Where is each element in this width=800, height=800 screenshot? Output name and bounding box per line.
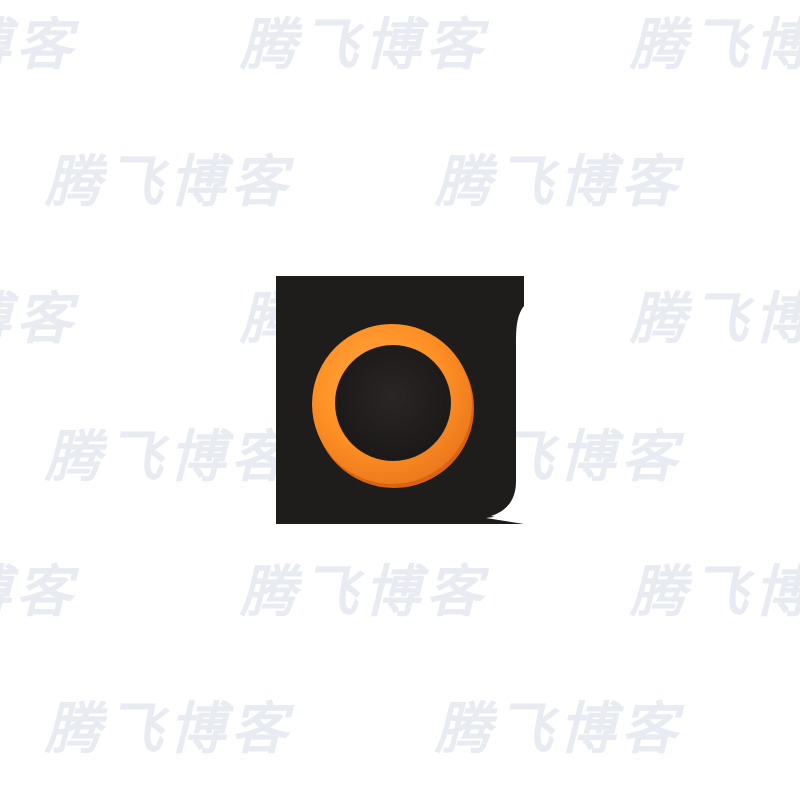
watermark-text: 腾飞博客 xyxy=(630,13,800,78)
watermark-text: 腾飞博客 xyxy=(45,425,293,490)
watermark-text: 腾飞博客 xyxy=(45,697,293,762)
watermark-text: 腾飞博客 xyxy=(435,150,683,215)
watermark-text: 腾飞博客 xyxy=(240,560,488,625)
watermark-text: 腾飞博客 xyxy=(630,560,800,625)
watermark-text: 腾飞博客 xyxy=(0,13,78,78)
ring-hole-inner xyxy=(336,346,450,460)
watermark-text: 腾飞博客 xyxy=(0,287,78,352)
watermark-text: 腾飞博客 xyxy=(630,287,800,352)
watermark-text: 腾飞博客 xyxy=(240,13,488,78)
watermark-text: 腾飞博客 xyxy=(435,697,683,762)
orange-ring-logo-icon xyxy=(276,276,524,524)
watermark-text: 腾飞博客 xyxy=(0,560,78,625)
watermark-text: 腾飞博客 xyxy=(45,150,293,215)
app-logo xyxy=(276,276,524,524)
